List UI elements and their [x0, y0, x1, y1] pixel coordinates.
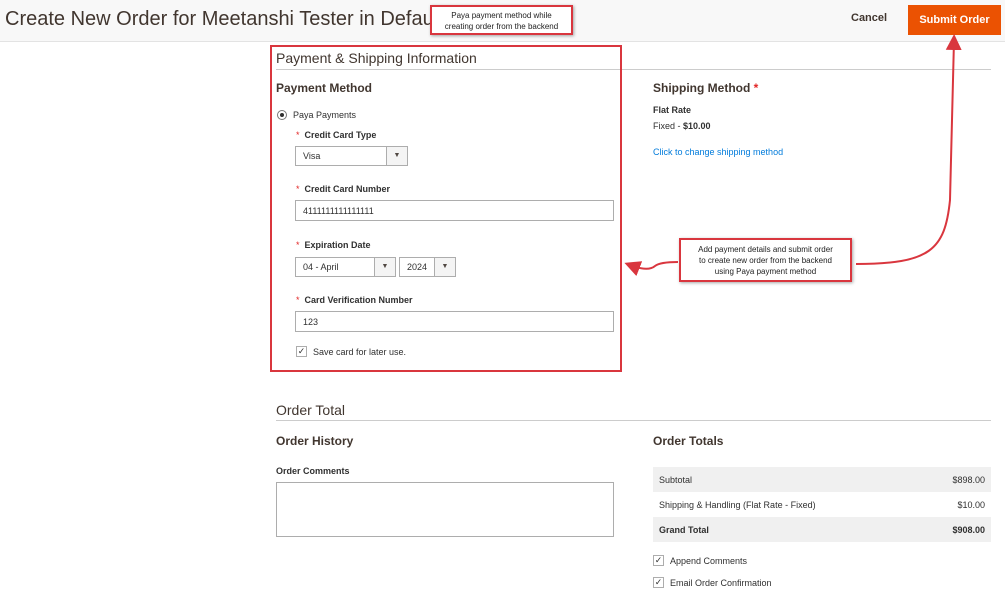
totals-row-name: Grand Total	[659, 525, 709, 535]
append-comments-checkbox[interactable]: ✓	[653, 555, 664, 566]
annotation-arrow-up	[855, 34, 962, 265]
email-confirmation-label: Email Order Confirmation	[670, 578, 772, 588]
totals-row-shipping: Shipping & Handling (Flat Rate - Fixed) …	[653, 492, 991, 517]
totals-row-value: $898.00	[952, 475, 985, 485]
email-confirmation-checkbox[interactable]: ✓	[653, 577, 664, 588]
annotation-arrow-left	[624, 261, 679, 277]
totals-row-grand-total: Grand Total $908.00	[653, 517, 991, 542]
order-comments-label: Order Comments	[276, 466, 350, 476]
totals-row-value: $10.00	[957, 500, 985, 510]
totals-row-name: Subtotal	[659, 475, 693, 485]
totals-row-value: $908.00	[952, 525, 985, 535]
order-total-section-title: Order Total	[276, 402, 345, 418]
order-history-title: Order History	[276, 434, 354, 448]
order-comments-textarea[interactable]	[276, 482, 614, 537]
section-divider	[276, 420, 991, 421]
totals-row-name: Shipping & Handling (Flat Rate - Fixed)	[659, 500, 816, 510]
append-comments-label: Append Comments	[670, 556, 748, 566]
totals-row-subtotal: Subtotal $898.00	[653, 467, 991, 492]
order-totals-title: Order Totals	[653, 434, 724, 448]
